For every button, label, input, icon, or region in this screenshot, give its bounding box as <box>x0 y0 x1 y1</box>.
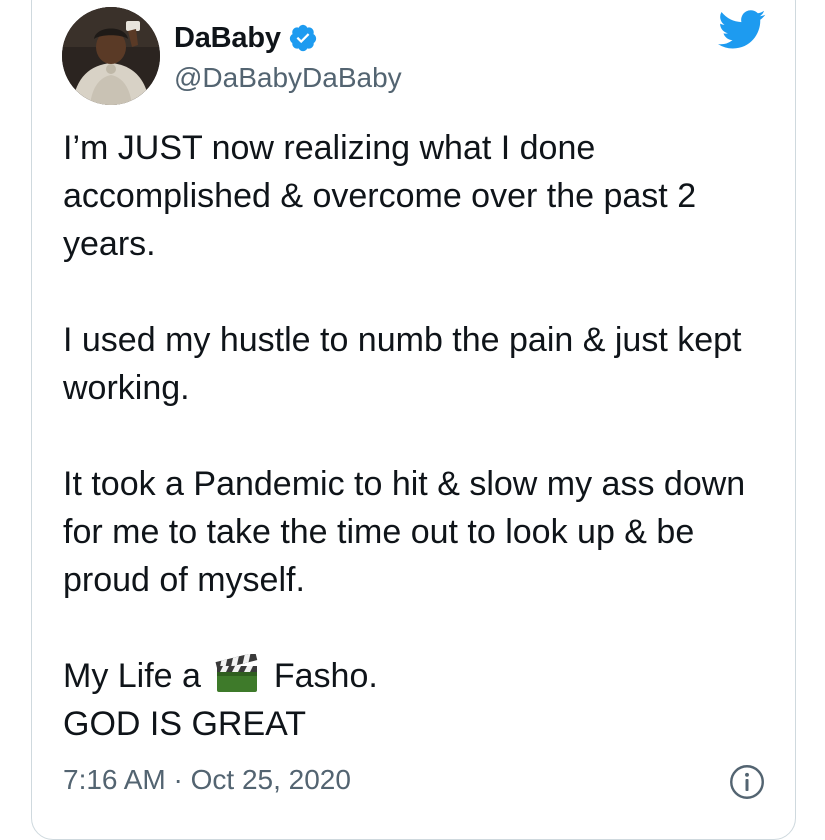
tweet-timestamp[interactable]: 7:16 AM · Oct 25, 2020 <box>63 760 351 800</box>
tweet-paragraph-3: It took a Pandemic to hit & slow my ass … <box>63 465 755 599</box>
tweet-date[interactable]: Oct 25, 2020 <box>191 764 351 795</box>
verified-badge-icon <box>289 24 316 52</box>
name-row[interactable]: DaBaby <box>174 17 318 59</box>
tweet-paragraph-1: I’m JUST now realizing what I done accom… <box>63 129 706 263</box>
avatar[interactable] <box>62 7 160 105</box>
tweet-line-4a: My Life a <box>63 657 201 695</box>
avatar-image <box>62 7 160 105</box>
clapper-board-emoji-icon <box>215 654 258 692</box>
twitter-bird-icon[interactable] <box>718 10 766 50</box>
tweet-text: I’m JUST now realizing what I done accom… <box>63 124 783 748</box>
tweet-paragraph-5: GOD IS GREAT <box>63 705 307 743</box>
tweet-paragraph-4: My Life a Fasho. <box>63 652 783 700</box>
tweet-time[interactable]: 7:16 AM <box>63 764 166 795</box>
user-handle[interactable]: @DaBabyDaBaby <box>174 58 402 98</box>
display-name[interactable]: DaBaby <box>174 17 281 59</box>
tweet-line-4b: Fasho. <box>273 657 378 695</box>
tweet-paragraph-2: I used my hustle to numb the pain & just… <box>63 321 751 407</box>
info-icon[interactable] <box>729 764 765 800</box>
meta-separator: · <box>173 764 183 795</box>
